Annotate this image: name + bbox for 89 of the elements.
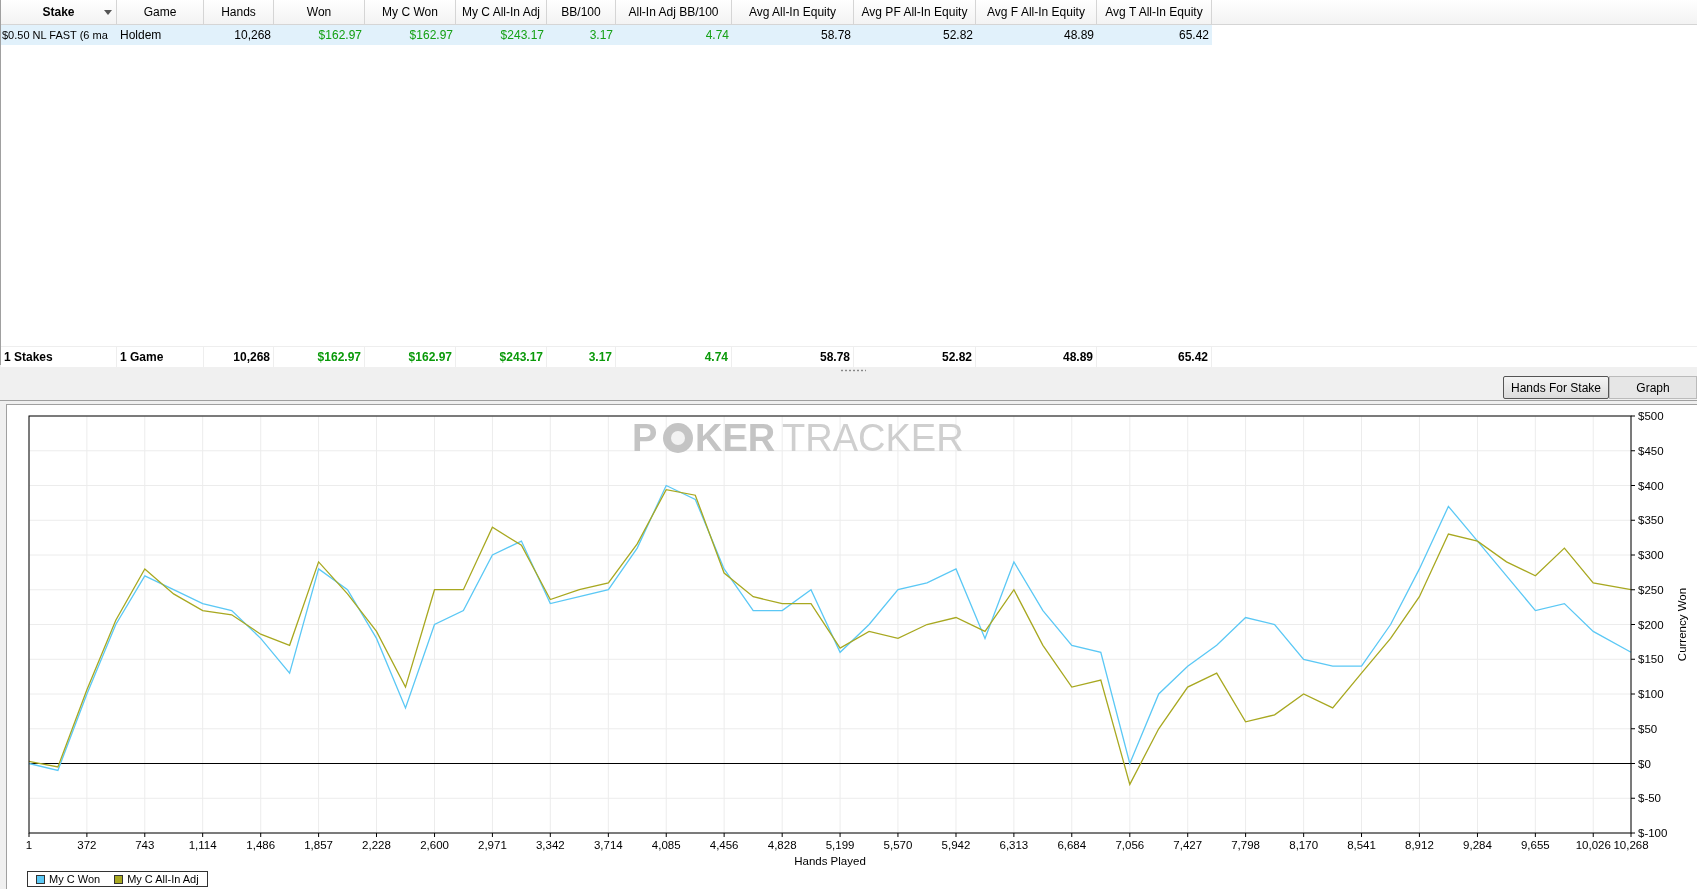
axis-label: $500	[1638, 410, 1664, 422]
axis-label: 1,857	[304, 839, 333, 851]
axis-label: 10,026	[1575, 839, 1611, 851]
table-cell-text: 3.17	[588, 28, 614, 42]
column-header[interactable]: My C All-In Adj	[456, 0, 547, 24]
column-header[interactable]: Stake	[1, 0, 117, 24]
axis-label: $450	[1638, 444, 1664, 457]
table-cell-text: $162.97	[408, 28, 454, 42]
legend-label: My C Won	[49, 873, 101, 885]
total-cell: 52.82	[854, 347, 976, 367]
table-cell-text: $0.50 NL FAST (6 ma	[1, 29, 109, 41]
axis-label: $100	[1638, 688, 1664, 700]
tab[interactable]: Hands For Stake	[1503, 376, 1609, 399]
axis-label: 7,427	[1173, 839, 1203, 851]
column-header[interactable]: Avg PF All-In Equity	[854, 0, 976, 24]
legend-label: My C All-In Adj	[127, 873, 199, 885]
column-header[interactable]: Hands	[204, 0, 274, 24]
column-header[interactable]: Avg F All-In Equity	[976, 0, 1097, 24]
total-cell: 1 Stakes	[1, 347, 117, 367]
table-cell-text: 10,268	[233, 28, 272, 42]
table-cell-text: $243.17	[499, 28, 545, 42]
axis-label: 8,912	[1405, 839, 1434, 851]
axis-label: 4,456	[709, 839, 739, 851]
table-cell-text: $162.97	[317, 28, 363, 42]
column-header[interactable]: Avg T All-In Equity	[1097, 0, 1212, 24]
total-cell: 10,268	[204, 347, 274, 367]
axis-label: $200	[1638, 618, 1664, 631]
axis-label: 5,942	[941, 839, 971, 851]
axis-label: 4,085	[651, 839, 681, 851]
axis-label: $350	[1638, 514, 1664, 527]
column-header[interactable]: All-In Adj BB/100	[616, 0, 732, 24]
axis-label: $0	[1638, 757, 1651, 770]
axis-label: 7,798	[1231, 839, 1260, 851]
axis-label: 5,199	[825, 839, 855, 851]
axis-label: $-50	[1638, 792, 1662, 805]
total-cell: 65.42	[1097, 347, 1212, 367]
watermark-text: KER	[695, 417, 776, 459]
axis-label: 6,313	[999, 839, 1029, 851]
axis-label: 4,828	[767, 839, 797, 851]
column-header[interactable]: BB/100	[547, 0, 616, 24]
tab[interactable]: Graph	[1609, 376, 1697, 399]
axis-label: 6,684	[1057, 839, 1087, 851]
axis-label: 2,971	[478, 839, 507, 851]
axis-label: 372	[77, 839, 97, 851]
axis-label: 1,114	[188, 839, 217, 851]
column-header[interactable]: Game	[117, 0, 204, 24]
total-cell: 58.78	[732, 347, 854, 367]
axis-label: 7,056	[1115, 839, 1145, 851]
axis-label: 9,284	[1463, 839, 1492, 851]
table-cell-text: 58.78	[819, 28, 852, 42]
sort-caret-icon	[104, 10, 112, 15]
axis-label: 3,342	[535, 839, 565, 851]
watermark-text: P	[632, 417, 658, 459]
total-cell: 4.74	[616, 347, 732, 367]
axis-title: Hands Played	[794, 855, 866, 867]
axis-label: 2,228	[362, 839, 391, 851]
total-cell: 1 Game	[117, 347, 204, 367]
total-cell: $162.97	[365, 347, 456, 367]
axis-label: $250	[1638, 583, 1664, 596]
table-cell-text: 52.82	[941, 28, 974, 42]
axis-label: 9,655	[1520, 839, 1550, 851]
axis-title: Currency Won	[1676, 587, 1688, 662]
axis-label: 2,600	[420, 839, 449, 851]
axis-label: 8,170	[1289, 839, 1319, 851]
table-cell-text: 65.42	[1177, 28, 1210, 42]
total-cell: 48.89	[976, 347, 1097, 367]
column-header[interactable]: Avg All-In Equity	[732, 0, 854, 24]
axis-label: 8,541	[1347, 839, 1376, 851]
axis-label: $400	[1638, 479, 1664, 492]
axis-label: $50	[1638, 722, 1658, 735]
axis-label: $300	[1638, 549, 1664, 561]
total-cell: $243.17	[456, 347, 547, 367]
axis-label: 3,714	[593, 839, 623, 851]
axis-label: $-100	[1638, 827, 1668, 839]
axis-label: 10,268	[1613, 839, 1649, 851]
table-cell-text: 48.89	[1062, 28, 1095, 42]
axis-label: 1	[25, 839, 33, 851]
splitter-handle[interactable]	[840, 369, 866, 372]
table-cell-text: 4.74	[704, 28, 730, 42]
total-cell: 3.17	[547, 347, 616, 367]
table-cell-text: Holdem	[119, 28, 163, 42]
total-cell: $162.97	[274, 347, 365, 367]
column-header[interactable]: My C Won	[365, 0, 456, 24]
table-row[interactable]: $0.50 NL FAST (6 ma Holdem 10,268 $162.97 $162.97 $243.17 3.17 4.74 58.78 52.82 48.89 65.42	[1, 25, 1212, 45]
axis-label: $150	[1638, 653, 1664, 666]
column-header[interactable]: Won	[274, 0, 365, 24]
axis-label: 5,570	[883, 839, 913, 851]
axis-label: 1,486	[246, 839, 276, 851]
axis-label: 743	[135, 839, 155, 851]
